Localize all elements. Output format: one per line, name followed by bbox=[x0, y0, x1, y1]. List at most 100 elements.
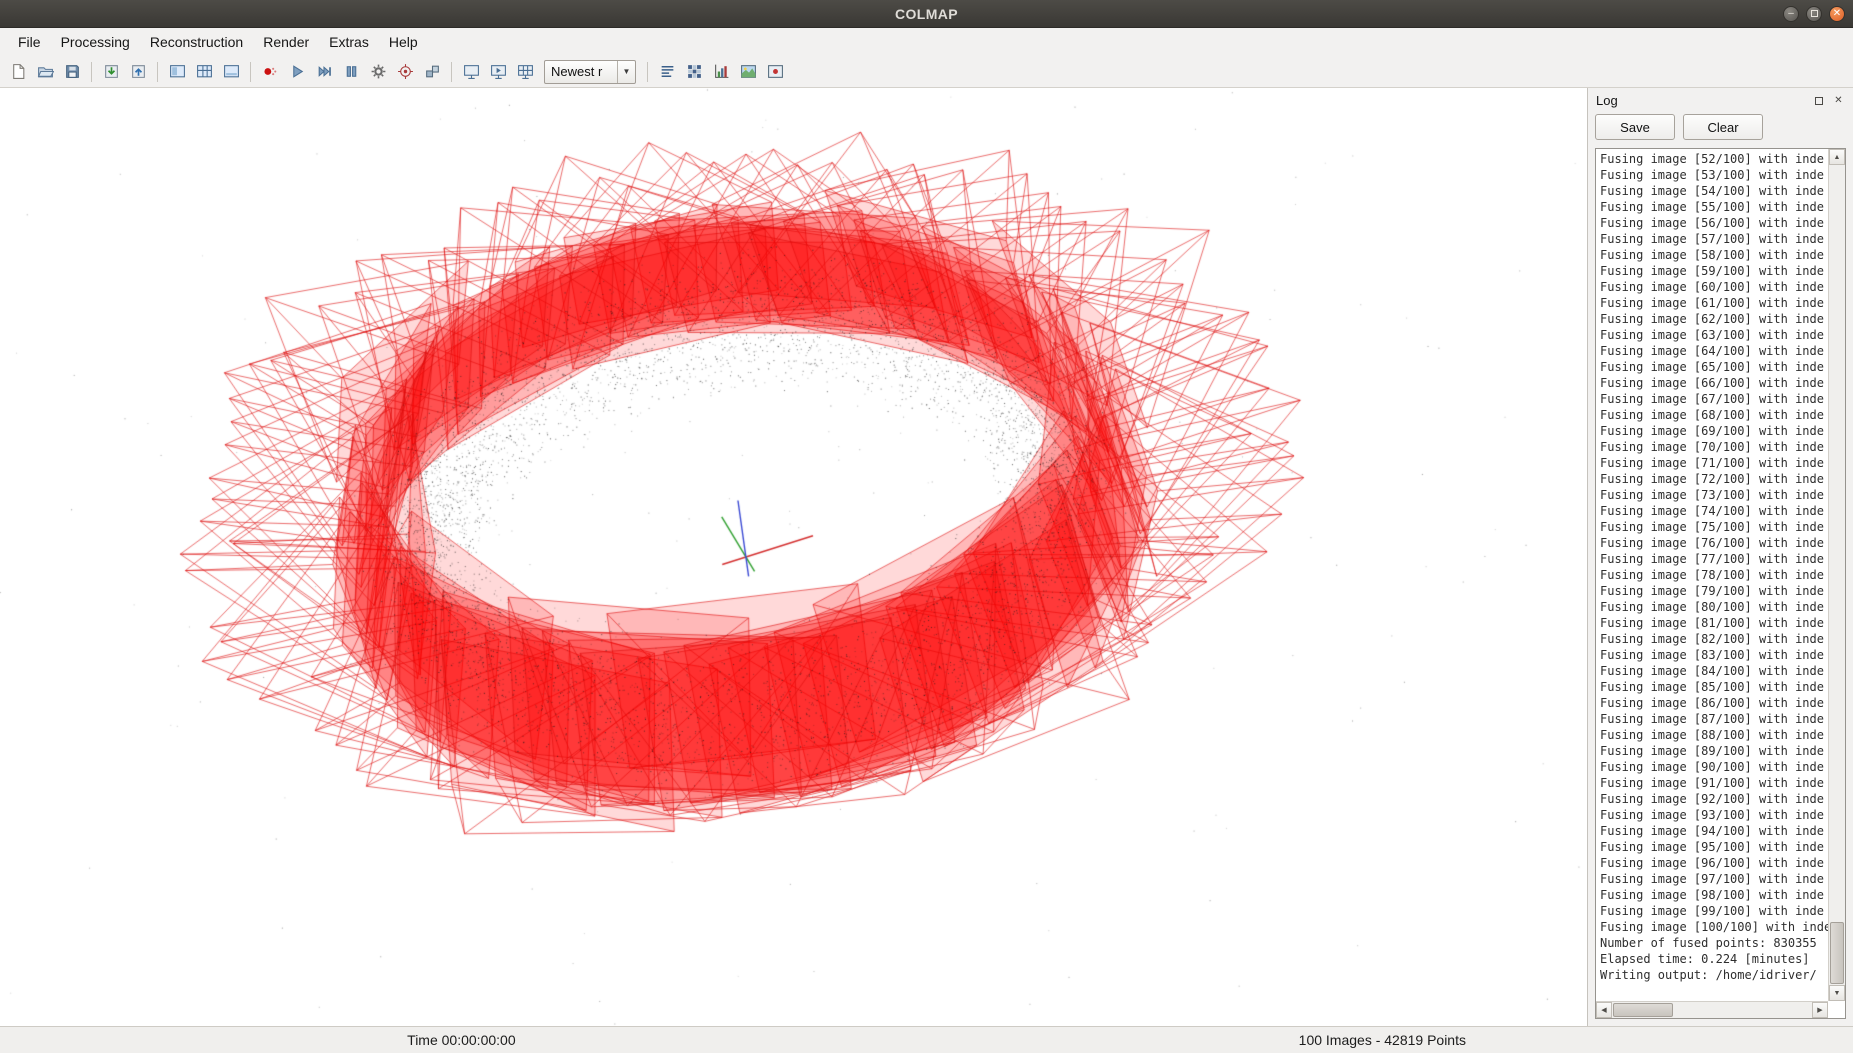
window-title: COLMAP bbox=[894, 5, 959, 22]
toolbar-separator bbox=[451, 61, 452, 82]
feature-extraction-button[interactable] bbox=[164, 59, 190, 85]
float-icon bbox=[1814, 96, 1823, 105]
vertical-scroll-thumb[interactable] bbox=[1830, 922, 1844, 984]
dropdown-arrow-icon: ▼ bbox=[617, 60, 635, 83]
scroll-down-arrow[interactable]: ▼ bbox=[1829, 985, 1845, 1001]
horizontal-scroll-thumb[interactable] bbox=[1613, 1003, 1673, 1017]
show-log-icon bbox=[661, 65, 673, 78]
open-project-button[interactable] bbox=[32, 59, 58, 85]
render-grid-button[interactable] bbox=[512, 59, 538, 85]
menu-extras[interactable]: Extras bbox=[319, 30, 379, 54]
dense-reconstruction-button[interactable] bbox=[419, 59, 445, 85]
model-viewport[interactable] bbox=[0, 88, 1587, 1026]
log-save-button[interactable]: Save bbox=[1595, 114, 1675, 140]
match-matrix-icon bbox=[687, 65, 701, 78]
save-project-button[interactable] bbox=[59, 59, 85, 85]
main-area: Log ✕ Save Clear Fusing image [52/100] w… bbox=[0, 88, 1853, 1026]
scroll-left-arrow[interactable]: ◀ bbox=[1596, 1002, 1612, 1018]
dock-controls: ✕ bbox=[1812, 94, 1845, 107]
match-matrix-button[interactable] bbox=[681, 59, 707, 85]
minimize-button[interactable]: – bbox=[1783, 5, 1799, 22]
vertical-scroll-track[interactable] bbox=[1829, 165, 1845, 985]
render-movie-button[interactable] bbox=[485, 59, 511, 85]
feature-matching-icon bbox=[196, 65, 212, 78]
render-reset-button[interactable] bbox=[257, 59, 283, 85]
menu-bar: File Processing Reconstruction Render Ex… bbox=[0, 28, 1853, 56]
reconstruction-pause-icon bbox=[346, 66, 356, 77]
menu-reconstruction[interactable]: Reconstruction bbox=[140, 30, 253, 54]
log-panel: Log ✕ Save Clear Fusing image [52/100] w… bbox=[1587, 88, 1853, 1026]
scroll-right-arrow[interactable]: ▶ bbox=[1812, 1002, 1828, 1018]
status-bar: Time 00:00:00:00 100 Images - 42819 Poin… bbox=[0, 1026, 1853, 1053]
reconstruction-step-button[interactable] bbox=[311, 59, 337, 85]
close-panel-button[interactable]: ✕ bbox=[1832, 94, 1845, 107]
title-bar: COLMAP – ✕ bbox=[0, 0, 1853, 28]
save-project-icon bbox=[65, 65, 79, 78]
statistics-button[interactable] bbox=[708, 59, 734, 85]
log-buttons: Save Clear bbox=[1595, 114, 1846, 148]
export-model-icon bbox=[131, 65, 145, 78]
log-panel-title: Log bbox=[1596, 93, 1618, 108]
menu-render[interactable]: Render bbox=[253, 30, 319, 54]
close-icon: ✕ bbox=[1832, 7, 1842, 19]
render-screen-icon bbox=[463, 65, 479, 79]
new-project-button[interactable] bbox=[5, 59, 31, 85]
status-time: Time 00:00:00:00 bbox=[407, 1032, 516, 1048]
reconstruction-options-icon bbox=[371, 64, 385, 79]
undock-panel-button[interactable] bbox=[1812, 94, 1825, 107]
maximize-icon bbox=[1810, 10, 1818, 17]
render-screen-button[interactable] bbox=[458, 59, 484, 85]
close-panel-icon: ✕ bbox=[1834, 94, 1843, 106]
toolbar-separator bbox=[91, 61, 92, 82]
3d-canvas[interactable] bbox=[0, 88, 1587, 1026]
grab-movie-icon bbox=[767, 65, 783, 78]
database-management-icon bbox=[223, 65, 239, 78]
model-selector-dropdown[interactable]: Newest r ▼ bbox=[544, 59, 636, 84]
reconstruction-step-icon bbox=[318, 66, 331, 77]
reconstruction-options-button[interactable] bbox=[365, 59, 391, 85]
window-controls: – ✕ bbox=[1783, 0, 1845, 27]
status-model-info: 100 Images - 42819 Points bbox=[1298, 1032, 1466, 1048]
bundle-adjustment-icon bbox=[397, 64, 413, 79]
grab-image-button[interactable] bbox=[735, 59, 761, 85]
log-panel-header: Log ✕ bbox=[1595, 91, 1846, 114]
maximize-button[interactable] bbox=[1806, 5, 1822, 22]
toolbar-separator bbox=[157, 61, 158, 82]
menu-processing[interactable]: Processing bbox=[51, 30, 140, 54]
grab-image-icon bbox=[740, 65, 756, 78]
menu-file[interactable]: File bbox=[8, 30, 51, 54]
feature-matching-button[interactable] bbox=[191, 59, 217, 85]
render-grid-icon bbox=[517, 65, 533, 79]
grab-movie-button[interactable] bbox=[762, 59, 788, 85]
new-project-icon bbox=[12, 64, 24, 79]
database-management-button[interactable] bbox=[218, 59, 244, 85]
horizontal-scroll-track[interactable] bbox=[1612, 1002, 1812, 1018]
toolbar: Newest r ▼ bbox=[0, 56, 1853, 88]
toolbar-separator bbox=[647, 61, 648, 82]
colmap-window: COLMAP – ✕ File Processing Reconstructio… bbox=[0, 0, 1853, 1053]
bundle-adjustment-button[interactable] bbox=[392, 59, 418, 85]
toolbar-separator bbox=[250, 61, 251, 82]
close-button[interactable]: ✕ bbox=[1829, 5, 1845, 22]
export-model-button[interactable] bbox=[125, 59, 151, 85]
reconstruction-start-icon bbox=[292, 65, 303, 78]
reconstruction-pause-button[interactable] bbox=[338, 59, 364, 85]
scroll-up-arrow[interactable]: ▲ bbox=[1829, 149, 1845, 165]
log-vertical-scrollbar[interactable]: ▲ ▼ bbox=[1828, 149, 1845, 1001]
import-model-button[interactable] bbox=[98, 59, 124, 85]
log-clear-button[interactable]: Clear bbox=[1683, 114, 1763, 140]
log-output-area: Fusing image [52/100] with inde Fusing i… bbox=[1595, 148, 1846, 1019]
render-movie-icon bbox=[490, 65, 506, 79]
log-output-text[interactable]: Fusing image [52/100] with inde Fusing i… bbox=[1596, 149, 1828, 1001]
import-model-icon bbox=[104, 65, 118, 78]
model-selector-value: Newest r bbox=[551, 63, 603, 79]
dense-reconstruction-icon bbox=[425, 65, 439, 78]
open-project-icon bbox=[37, 67, 54, 78]
statistics-icon bbox=[714, 64, 728, 78]
render-reset-icon bbox=[263, 67, 276, 76]
minimize-icon: – bbox=[1788, 7, 1794, 19]
show-log-button[interactable] bbox=[654, 59, 680, 85]
reconstruction-start-button[interactable] bbox=[284, 59, 310, 85]
menu-help[interactable]: Help bbox=[379, 30, 428, 54]
log-horizontal-scrollbar[interactable]: ◀ ▶ bbox=[1596, 1001, 1828, 1018]
